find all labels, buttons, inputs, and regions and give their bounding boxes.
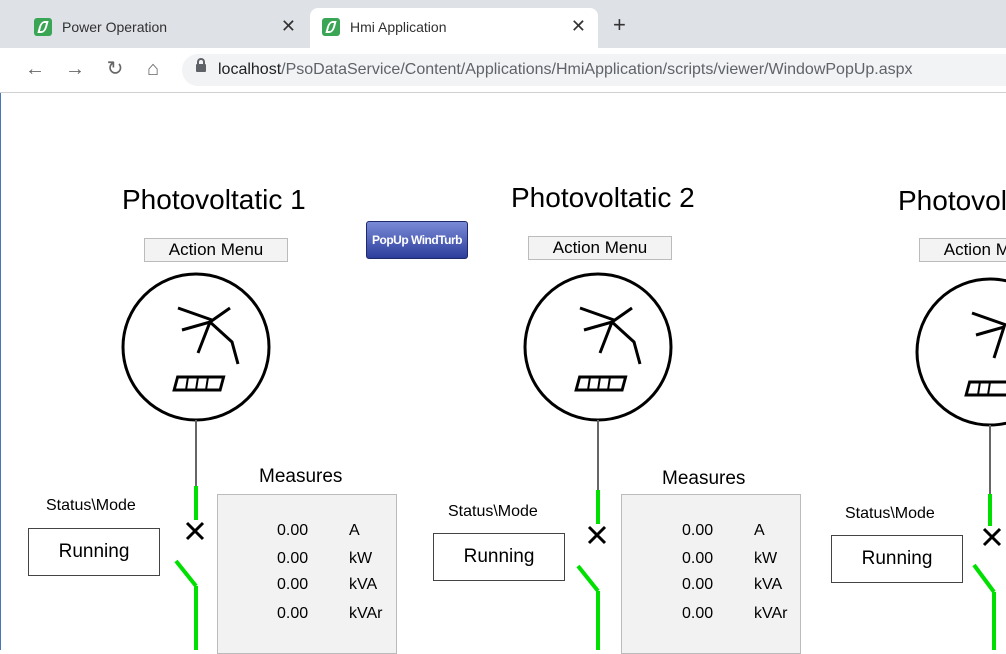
measure-value: 0.00 [277, 550, 309, 567]
measures-panel [217, 494, 397, 654]
measure-value: 0.00 [682, 522, 714, 539]
pv-generator-icon[interactable] [121, 272, 271, 422]
measure-value: 0.00 [682, 576, 714, 593]
status-mode-label: Status\Mode [46, 497, 136, 514]
breaker-x-icon[interactable] [587, 525, 607, 545]
panel-title: Photovoltatic 3 [898, 185, 1006, 216]
measure-unit: kVAr [349, 605, 383, 622]
measures-panel [621, 494, 801, 654]
measure-unit: kVA [349, 576, 378, 593]
measures-label: Measures [662, 468, 746, 489]
panel-title: Photovoltatic 1 [122, 184, 306, 215]
popup-windturb-button[interactable]: PopUp WindTurb [366, 221, 468, 259]
status-value: Running [831, 535, 963, 583]
status-value: Running [28, 528, 160, 576]
measure-value: 0.00 [682, 550, 714, 567]
measure-value: 0.00 [277, 605, 309, 622]
measure-value: 0.00 [277, 522, 309, 539]
status-value: Running [433, 533, 565, 581]
panel-title-clip: Photovoltatic 3 [898, 180, 1006, 230]
action-menu-button[interactable]: Action Menu [919, 238, 1006, 262]
action-menu-button[interactable]: Action Menu [144, 238, 288, 262]
measure-unit: kVA [754, 576, 783, 593]
panel-title: Photovoltatic 2 [511, 182, 695, 213]
action-menu-clip: Action Menu [919, 238, 1006, 264]
measure-unit: kVAr [754, 605, 788, 622]
measure-unit: kW [349, 550, 373, 567]
pv-generator-icon[interactable] [915, 277, 1006, 427]
breaker-x-icon[interactable] [185, 521, 205, 541]
measure-unit: kW [754, 550, 778, 567]
measure-unit: A [349, 522, 360, 539]
action-menu-button[interactable]: Action Menu [528, 236, 672, 260]
pv-generator-icon[interactable] [523, 272, 673, 422]
status-mode-label: Status\Mode [448, 503, 538, 520]
measure-unit: A [754, 522, 765, 539]
measure-value: 0.00 [277, 576, 309, 593]
status-mode-label: Status\Mode [845, 505, 935, 522]
breaker-x-icon[interactable] [982, 527, 1002, 547]
measures-label: Measures [259, 466, 343, 487]
measure-value: 0.00 [682, 605, 714, 622]
